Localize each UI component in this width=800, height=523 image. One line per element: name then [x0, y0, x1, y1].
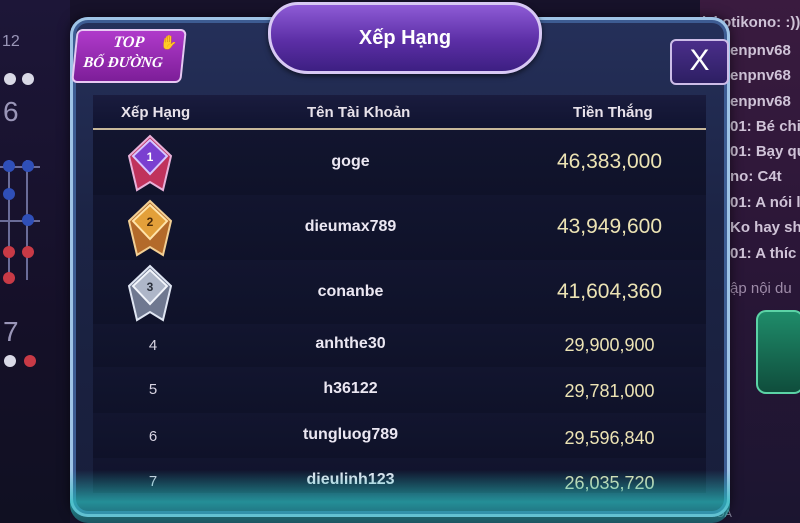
winnings-amount: 43,949,600 [556, 215, 663, 238]
board-number: 6 [3, 96, 19, 127]
account-name: dieumax789 [304, 218, 397, 235]
board-line [0, 220, 40, 222]
table-row[interactable]: 2 dieumax789 43,949,600 [93, 195, 706, 261]
bead-white [4, 73, 16, 85]
account-name: tungluog789 [302, 426, 399, 443]
table-row[interactable]: 4 anhthe30 29,900,900 [93, 324, 706, 368]
account-name: conanbe [317, 283, 384, 300]
rank-1-medal-icon: 1 [127, 134, 173, 192]
top-bo-duong-badge: TOP ✋ BỐ ĐƯỜNG [71, 29, 187, 83]
modal-title-tab: Xếp Hạng [268, 2, 542, 74]
rank-3-medal-icon: 3 [127, 264, 173, 322]
chat-message: 01: A thíc [730, 245, 797, 262]
rank-number: 6 [148, 428, 158, 445]
account-name: anhthe30 [315, 335, 386, 352]
bead-white [4, 355, 16, 367]
hoa-button[interactable] [756, 310, 800, 394]
chat-message: 01: A nói l [730, 194, 800, 211]
bead-red [24, 355, 36, 367]
bead-red [3, 246, 15, 258]
leaderboard-table: Xếp Hạng Tên Tài Khoản Tiền Thắng 1 goge… [93, 95, 706, 493]
chat-message: enpnv68 [730, 67, 791, 84]
bead-white [22, 73, 34, 85]
rank-number: 5 [148, 381, 158, 398]
winnings-amount: 26,035,720 [564, 473, 655, 493]
column-header-winnings: Tiền Thắng [573, 104, 653, 121]
bead-blue [22, 160, 34, 172]
bead-red [3, 272, 15, 284]
winnings-amount: 46,383,000 [556, 150, 663, 173]
board-number: 7 [3, 316, 19, 347]
winnings-amount: 41,604,360 [556, 280, 663, 303]
badge-line1: TOP [112, 34, 146, 51]
rank-number: 7 [148, 473, 158, 490]
board-number: 12 [2, 33, 20, 50]
winnings-amount: 29,900,900 [564, 335, 655, 355]
bead-red [22, 246, 34, 258]
hand-icon: ✋ [159, 34, 179, 50]
rank-2-medal-icon: 2 [127, 199, 173, 257]
table-row[interactable]: 1 goge 46,383,000 [93, 130, 706, 196]
chat-message: enpnv68 [730, 93, 791, 110]
game-board-panel: 12 6 7 [0, 0, 70, 523]
medal-number: 1 [147, 150, 154, 164]
account-name: goge [331, 153, 370, 170]
table-row[interactable]: 3 conanbe 41,604,360 [93, 260, 706, 325]
badge-line2: BỐ ĐƯỜNG [82, 55, 164, 71]
chat-message: no: C4t [730, 168, 782, 185]
chat-input-placeholder[interactable]: ập nội du [730, 280, 792, 297]
chat-message: enpnv68 [730, 42, 791, 59]
medal-number: 3 [147, 280, 154, 294]
account-name: h36122 [323, 380, 378, 397]
rank-number: 4 [148, 337, 158, 354]
table-row[interactable]: 7 dieulinh123 26,035,720 [93, 458, 706, 493]
winnings-amount: 29,781,000 [564, 381, 655, 401]
table-header: Xếp Hạng Tên Tài Khoản Tiền Thắng [93, 95, 706, 130]
table-row[interactable]: 5 h36122 29,781,000 [93, 367, 706, 414]
bead-blue [22, 214, 34, 226]
column-header-rank: Xếp Hạng [121, 104, 191, 121]
chat-message: 01: Bé chi [730, 118, 800, 135]
chat-message: Ko hay sh [730, 219, 800, 236]
modal-title: Xếp Hạng [358, 27, 452, 49]
winnings-amount: 29,596,840 [564, 428, 655, 448]
account-name: dieulinh123 [306, 471, 395, 488]
bead-blue [3, 160, 15, 172]
medal-number: 2 [147, 215, 154, 229]
close-button[interactable]: X [670, 39, 729, 85]
table-row[interactable]: 6 tungluog789 29,596,840 [93, 413, 706, 459]
chat-message: 01: Bạy qu [730, 143, 800, 160]
column-header-account: Tên Tài Khoản [307, 104, 411, 121]
bead-blue [3, 188, 15, 200]
